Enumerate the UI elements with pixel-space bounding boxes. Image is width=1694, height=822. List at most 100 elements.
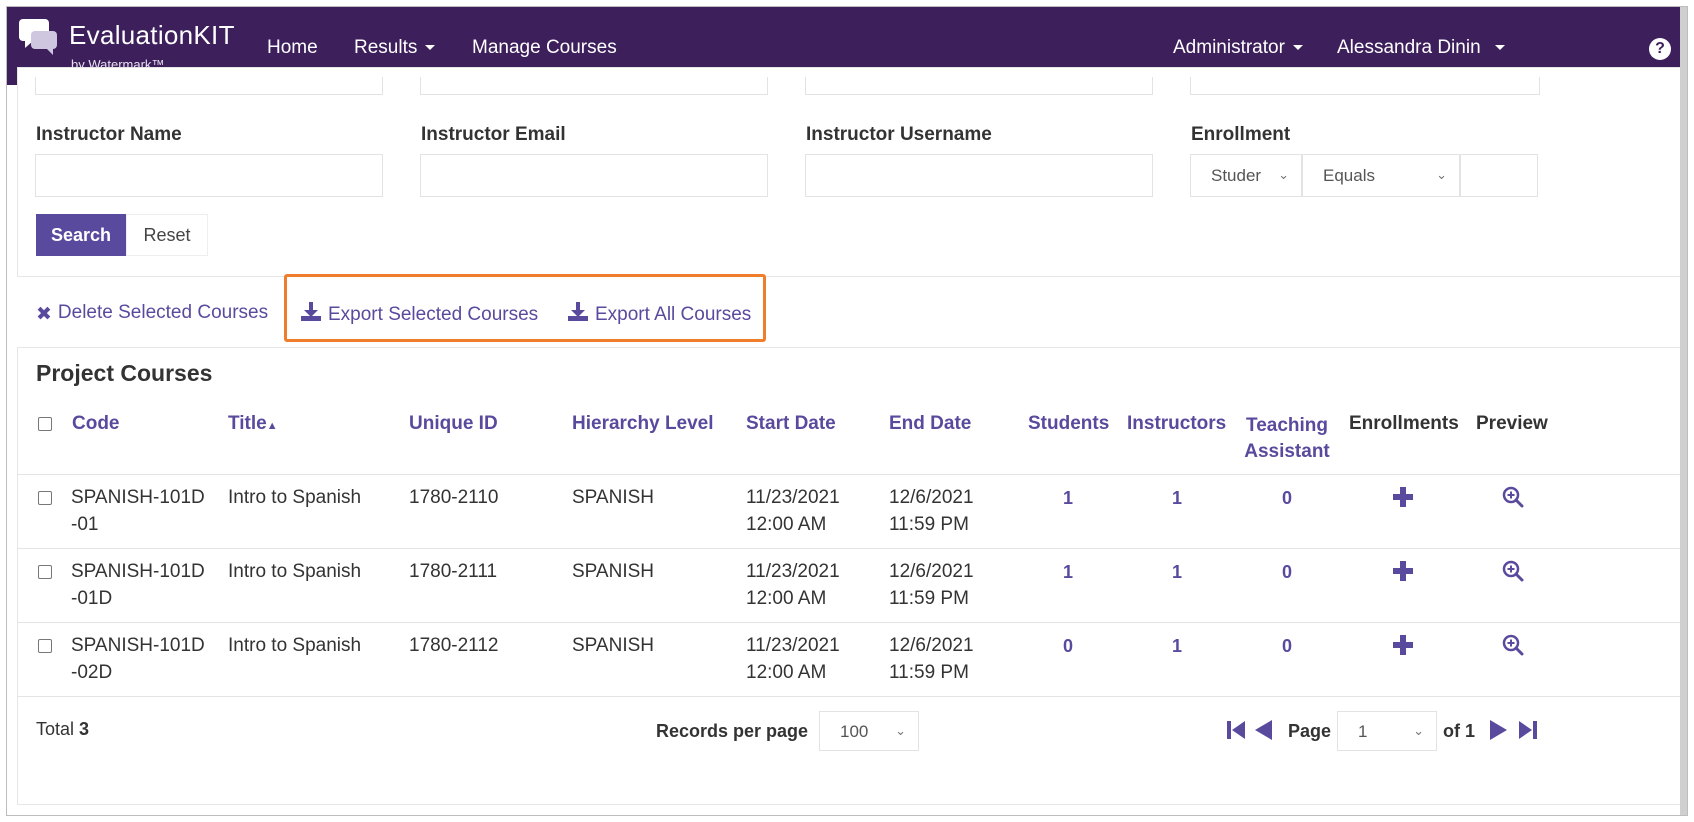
zoom-in-preview-icon[interactable] — [1502, 560, 1524, 582]
col-end-date[interactable]: End Date — [889, 413, 971, 435]
course-hierarchy-level: SPANISH — [572, 635, 655, 656]
course-unique-id: 1780-2110 — [409, 487, 499, 508]
records-per-page-select[interactable]: 100 ⌄ — [819, 711, 919, 751]
instructor-email-label: Instructor Email — [421, 124, 566, 145]
export-highlight-box — [284, 274, 766, 342]
col-instructors[interactable]: Instructors — [1127, 413, 1226, 435]
instructor-name-label: Instructor Name — [36, 124, 182, 145]
previous-filter-input-4[interactable] — [1190, 77, 1540, 95]
course-end-date: 12/6/2021 11:59 PM — [889, 561, 974, 609]
instructor-email-input[interactable] — [420, 154, 768, 197]
col-enrollments: Enrollments — [1349, 413, 1459, 434]
previous-filter-input-3[interactable] — [805, 77, 1153, 95]
sort-ascending-icon: ▲ — [266, 420, 278, 432]
caret-down-icon — [425, 45, 436, 51]
page-number-select[interactable]: 1 ⌄ — [1337, 711, 1437, 751]
course-code: SPANISH-101D -01D — [71, 561, 205, 609]
row-divider — [17, 696, 1681, 697]
chevron-down-icon: ⌄ — [895, 723, 906, 738]
chat-bubbles-logo-icon — [19, 19, 57, 55]
app-frame: EvaluationKIT by Watermark™ Home Results… — [6, 6, 1688, 816]
instructors-count-link[interactable]: 1 — [1157, 488, 1197, 509]
course-end-date: 12/6/2021 11:59 PM — [889, 635, 974, 683]
brand-name[interactable]: EvaluationKIT — [69, 20, 235, 51]
course-end-date: 12/6/2021 11:59 PM — [889, 487, 974, 535]
enrollment-label: Enrollment — [1191, 124, 1291, 145]
chevron-down-icon: ⌄ — [1436, 167, 1447, 182]
last-page-icon[interactable] — [1517, 717, 1539, 743]
records-per-page-label: Records per page — [656, 721, 809, 741]
teaching-assistant-count-link[interactable]: 0 — [1267, 636, 1307, 657]
col-title[interactable]: Title▲ — [228, 413, 278, 435]
project-courses-title: Project Courses — [36, 360, 213, 386]
course-unique-id: 1780-2111 — [409, 561, 498, 582]
close-x-icon: ✖ — [36, 304, 52, 325]
row-divider — [17, 474, 1681, 475]
course-start-date: 11/23/2021 12:00 AM — [746, 635, 840, 683]
col-teaching-assistant[interactable]: Teaching Assistant — [1237, 413, 1337, 465]
teaching-assistant-count-link[interactable]: 0 — [1267, 562, 1307, 583]
course-title: Intro to Spanish — [228, 635, 362, 656]
enrollment-operator-select[interactable]: Equals ⌄ — [1302, 154, 1460, 197]
course-hierarchy-level: SPANISH — [572, 561, 655, 582]
instructor-username-label: Instructor Username — [806, 124, 992, 145]
course-title: Intro to Spanish — [228, 487, 362, 508]
course-start-date: 11/23/2021 12:00 AM — [746, 561, 840, 609]
instructor-username-input[interactable] — [805, 154, 1153, 197]
course-start-date: 11/23/2021 12:00 AM — [746, 487, 840, 535]
course-code: SPANISH-101D -01 — [71, 487, 205, 535]
row-divider — [17, 622, 1681, 623]
enrollment-value-input[interactable] — [1460, 154, 1538, 197]
course-hierarchy-level: SPANISH — [572, 487, 655, 508]
enrollment-type-select[interactable]: Studer ⌄ — [1190, 154, 1302, 197]
row-checkbox[interactable] — [38, 491, 52, 505]
add-enrollment-plus-icon[interactable] — [1393, 487, 1413, 507]
students-count-link[interactable]: 0 — [1048, 636, 1088, 657]
course-title: Intro to Spanish — [228, 561, 362, 582]
instructors-count-link[interactable]: 1 — [1157, 562, 1197, 583]
col-code[interactable]: Code — [72, 413, 120, 435]
zoom-in-preview-icon[interactable] — [1502, 486, 1524, 508]
instructors-count-link[interactable]: 1 — [1157, 636, 1197, 657]
students-count-link[interactable]: 1 — [1048, 488, 1088, 509]
previous-filter-input-1[interactable] — [35, 77, 383, 95]
course-code: SPANISH-101D -02D — [71, 635, 205, 683]
nav-results[interactable]: Results — [354, 37, 436, 59]
add-enrollment-plus-icon[interactable] — [1393, 561, 1413, 581]
row-checkbox[interactable] — [38, 639, 52, 653]
col-preview: Preview — [1476, 413, 1548, 434]
row-divider — [17, 548, 1681, 549]
nav-home[interactable]: Home — [267, 37, 318, 59]
delete-selected-courses-link[interactable]: ✖ Delete Selected Courses — [36, 302, 268, 326]
total-count: Total 3 — [36, 719, 90, 739]
col-students[interactable]: Students — [1028, 413, 1109, 435]
col-unique-id[interactable]: Unique ID — [409, 413, 498, 435]
teaching-assistant-count-link[interactable]: 0 — [1267, 488, 1307, 509]
students-count-link[interactable]: 1 — [1048, 562, 1088, 583]
nav-role-menu[interactable]: Administrator — [1173, 37, 1303, 59]
window-edge — [1680, 7, 1687, 815]
chevron-down-icon: ⌄ — [1413, 723, 1424, 738]
previous-page-icon[interactable] — [1252, 717, 1274, 743]
row-checkbox[interactable] — [38, 565, 52, 579]
instructor-name-input[interactable] — [35, 154, 383, 197]
search-button[interactable]: Search — [36, 214, 126, 256]
caret-down-icon — [1494, 45, 1505, 51]
add-enrollment-plus-icon[interactable] — [1393, 635, 1413, 655]
reset-button[interactable]: Reset — [126, 214, 208, 256]
page-label: Page — [1288, 721, 1332, 741]
select-all-checkbox[interactable] — [38, 417, 52, 431]
col-hierarchy-level[interactable]: Hierarchy Level — [572, 413, 714, 435]
first-page-icon[interactable] — [1225, 717, 1247, 743]
nav-user-menu[interactable]: Alessandra Dinin — [1337, 37, 1505, 59]
zoom-in-preview-icon[interactable] — [1502, 634, 1524, 656]
nav-manage-courses[interactable]: Manage Courses — [472, 37, 617, 59]
previous-filter-input-2[interactable] — [420, 77, 768, 95]
col-start-date[interactable]: Start Date — [746, 413, 836, 435]
page-total: of 1 — [1443, 721, 1476, 741]
next-page-icon[interactable] — [1488, 717, 1510, 743]
help-icon[interactable]: ? — [1649, 38, 1671, 60]
caret-down-icon — [1292, 45, 1303, 51]
course-unique-id: 1780-2112 — [409, 635, 499, 656]
chevron-down-icon: ⌄ — [1278, 167, 1289, 182]
